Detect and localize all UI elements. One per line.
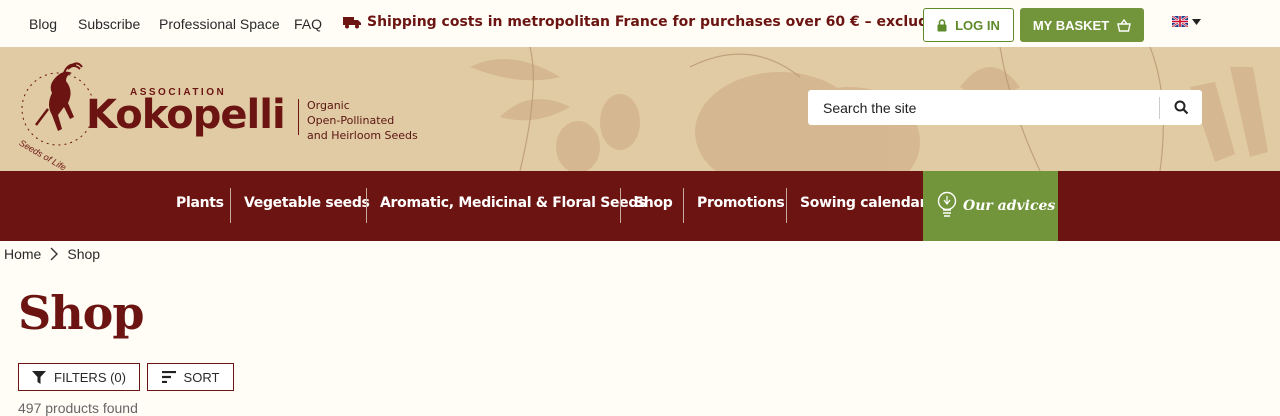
- our-advices-label: Our advices: [963, 198, 1056, 214]
- basket-button[interactable]: MY BASKET: [1020, 8, 1144, 42]
- lightbulb-icon: [937, 191, 957, 217]
- main-nav: Plants Vegetable seeds Aromatic, Medicin…: [0, 171, 1280, 241]
- search-input[interactable]: [808, 99, 1159, 116]
- chevron-down-icon: [1192, 18, 1201, 25]
- nav-divider: [786, 188, 787, 223]
- page-title: Shop: [18, 286, 145, 340]
- nav-item-sowing-calendar[interactable]: Sowing calendar: [800, 195, 926, 211]
- nav-divider: [683, 188, 684, 223]
- shipping-text: Shipping costs in metropolitan France fo…: [367, 14, 1008, 30]
- tagline-line-1: Organic: [307, 99, 350, 112]
- truck-icon: [343, 17, 361, 29]
- breadcrumb: Home Shop: [4, 246, 100, 262]
- chevron-right-icon: [50, 247, 59, 261]
- brand-name: Kokopelli: [86, 92, 286, 138]
- faq-link[interactable]: FAQ: [294, 16, 322, 32]
- nav-item-promotions[interactable]: Promotions: [697, 195, 785, 211]
- sort-button[interactable]: SORT: [147, 363, 234, 391]
- products-found-count: 497 products found: [18, 400, 138, 416]
- lock-icon: [937, 18, 947, 31]
- our-advices-button[interactable]: Our advices: [923, 171, 1058, 241]
- search-icon: [1174, 100, 1188, 115]
- filters-button[interactable]: FILTERS (0): [18, 363, 140, 391]
- kokopelli-logo[interactable]: ASSOCIATION Kokopelli Organic Open-Polli…: [18, 59, 418, 171]
- basket-icon: [1117, 18, 1132, 32]
- login-button[interactable]: LOG IN: [923, 8, 1014, 42]
- nav-divider: [366, 188, 367, 223]
- nav-item-shop[interactable]: Shop: [634, 195, 673, 211]
- filters-label: FILTERS (0): [54, 369, 126, 385]
- breadcrumb-current: Shop: [67, 246, 101, 262]
- subscribe-link[interactable]: Subscribe: [78, 16, 140, 32]
- nav-item-vegetable-seeds[interactable]: Vegetable seeds: [244, 195, 370, 211]
- nav-divider: [620, 188, 621, 223]
- uk-flag-icon: [1172, 16, 1188, 27]
- nav-item-plants[interactable]: Plants: [176, 195, 224, 211]
- sort-icon: [161, 371, 176, 383]
- search-bar: [808, 90, 1202, 125]
- top-bar: Blog Subscribe Professional Space FAQ Sh…: [0, 0, 1280, 47]
- basket-label: MY BASKET: [1032, 17, 1110, 33]
- search-button[interactable]: [1160, 90, 1202, 125]
- tagline-line-2: Open-Pollinated: [307, 114, 395, 127]
- logo-divider: [298, 99, 299, 135]
- header-banner: ASSOCIATION Kokopelli Organic Open-Polli…: [0, 47, 1280, 171]
- nav-item-aromatic-seeds[interactable]: Aromatic, Medicinal & Floral Seeds: [380, 195, 646, 211]
- nav-divider: [230, 188, 231, 223]
- filter-icon: [32, 370, 46, 384]
- tagline-line-3: and Heirloom Seeds: [307, 129, 418, 142]
- login-label: LOG IN: [955, 17, 1000, 33]
- shipping-notice: Shipping costs in metropolitan France fo…: [343, 14, 1007, 30]
- professional-space-link[interactable]: Professional Space: [159, 16, 280, 32]
- language-selector[interactable]: [1172, 16, 1201, 27]
- breadcrumb-home[interactable]: Home: [4, 246, 41, 262]
- blog-link[interactable]: Blog: [29, 16, 57, 32]
- sort-label: SORT: [183, 369, 220, 385]
